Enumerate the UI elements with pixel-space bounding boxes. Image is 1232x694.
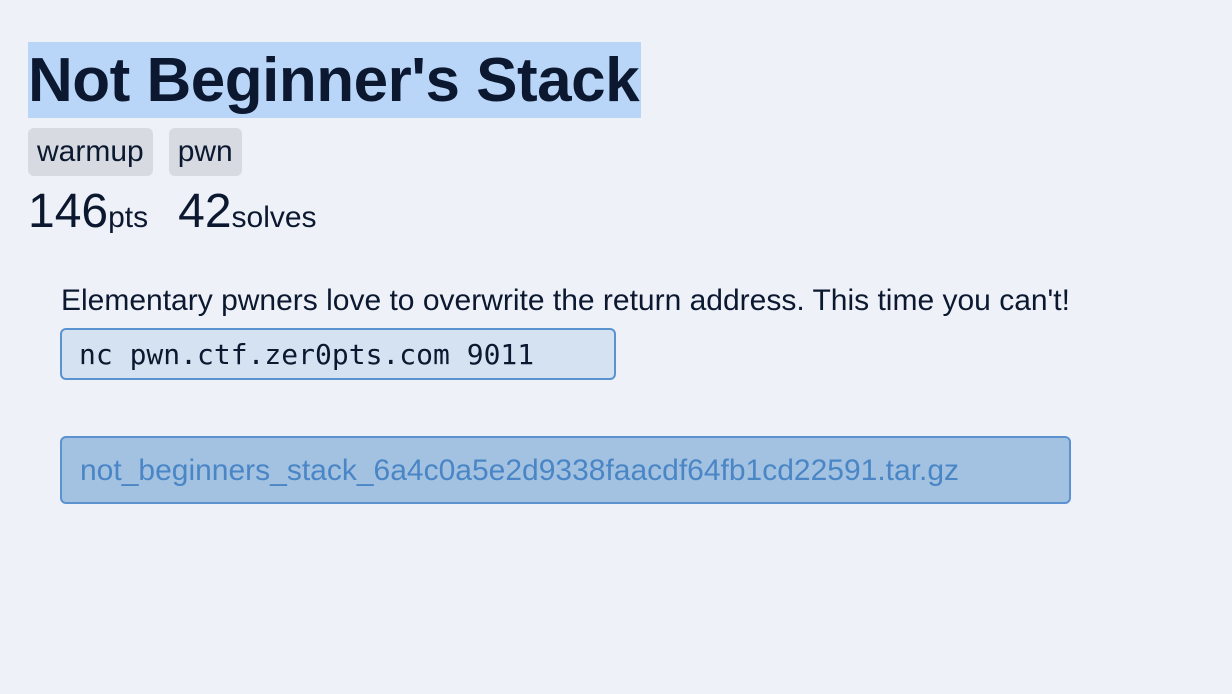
challenge-description: Elementary pwners love to overwrite the … [61, 284, 1070, 317]
solves-value: 42 [178, 185, 232, 238]
connection-command[interactable]: nc pwn.ctf.zer0pts.com 9011 [60, 328, 616, 380]
points-value: 146 [28, 185, 109, 238]
challenge-stats: 146 pts 42 solves [28, 184, 317, 239]
solves-unit: solves [231, 201, 317, 234]
attachment-download-link[interactable]: not_beginners_stack_6a4c0a5e2d9338faacdf… [60, 436, 1071, 504]
points-unit: pts [108, 201, 149, 234]
tag-list: warmup pwn [28, 128, 242, 176]
tag-warmup[interactable]: warmup [28, 128, 153, 176]
challenge-title: Not Beginner's Stack [28, 42, 642, 118]
tag-pwn[interactable]: pwn [168, 128, 242, 176]
